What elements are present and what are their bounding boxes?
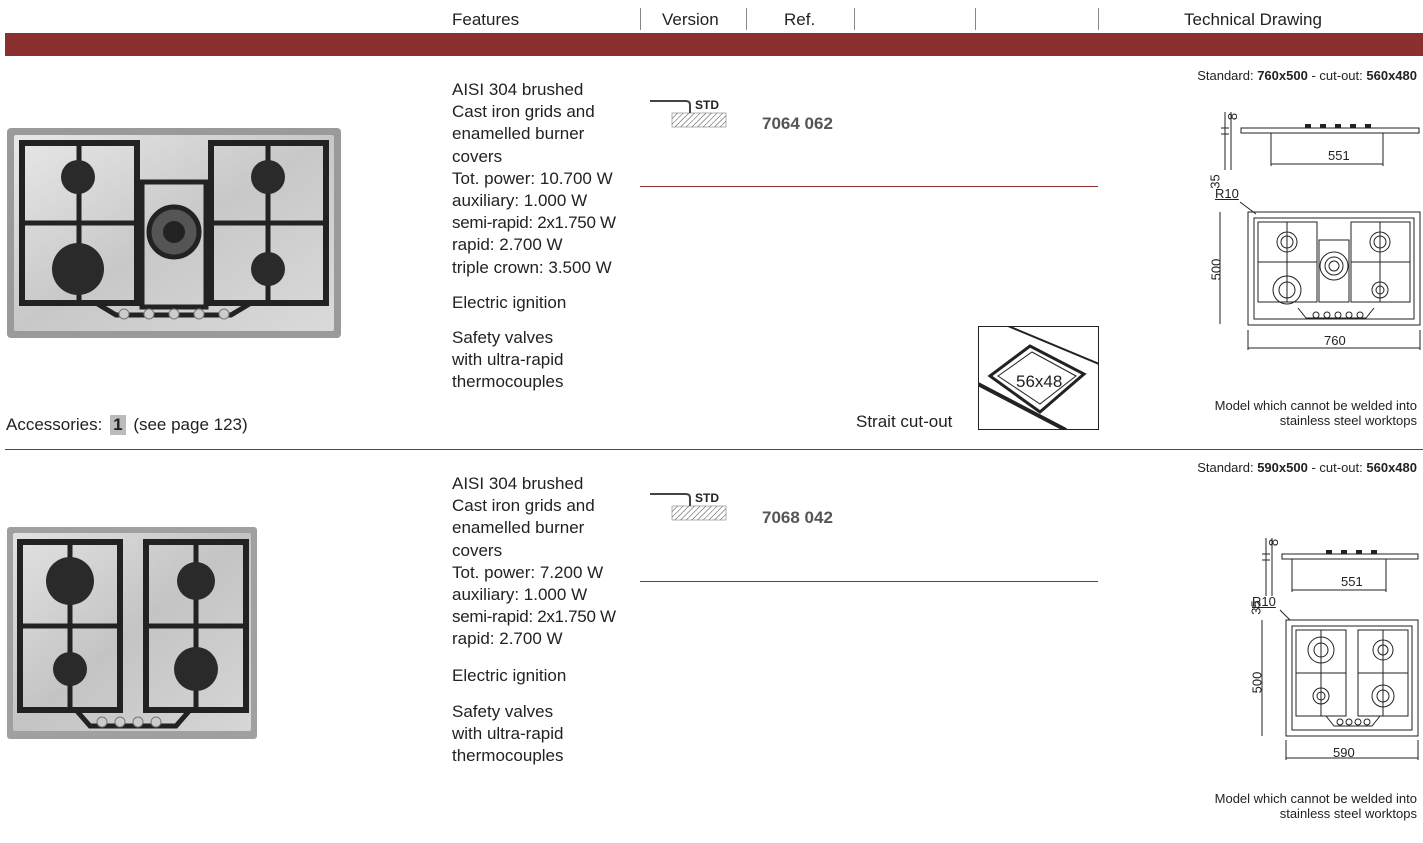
cutout-title: Strait cut-out [856, 412, 953, 431]
header-separator [746, 8, 747, 30]
accessories-label: Accessories: [6, 415, 103, 434]
dim-depth: 500 [1208, 258, 1224, 281]
dim-height-small: 8 [1225, 112, 1241, 121]
features-list: AISI 304 brushed Cast iron grids and ena… [452, 473, 616, 767]
feature-line: Cast iron grids and [452, 496, 595, 516]
ref-divider [640, 186, 1098, 187]
features-list: AISI 304 brushed Cast iron grids and ena… [452, 79, 616, 394]
safety-line: with ultra-rapid [452, 724, 564, 744]
feature-line: auxiliary: 1.000 W [452, 191, 588, 211]
safety-line: with ultra-rapid [452, 350, 564, 370]
accessories-badge[interactable]: 1 [110, 415, 126, 435]
header-band [5, 33, 1423, 56]
standard-sizes: Standard: 590x500 - cut-out: 560x480 [1197, 460, 1417, 475]
header-ref: Ref. [784, 10, 816, 29]
note-line: stainless steel worktops [1279, 806, 1417, 821]
std-badge-text: STD [695, 491, 719, 505]
radius-label: R10 [1215, 186, 1239, 201]
feature-line: rapid: 2.700 W [452, 629, 563, 649]
dim-width: 760 [1324, 333, 1346, 348]
header-separator [640, 8, 641, 30]
feature-line: AISI 304 brushed [452, 474, 584, 493]
feature-line: rapid: 2.700 W [452, 235, 563, 255]
accessories-page-link[interactable]: (see page 123) [133, 415, 247, 434]
safety-line: Safety valves [452, 701, 554, 721]
hob-photo-5-burner [7, 128, 341, 338]
ignition-text: Electric ignition [452, 665, 567, 685]
dim-inner: 551 [1341, 574, 1363, 589]
dim-height-small: 8 [1266, 538, 1282, 547]
top-view-drawing-5-burner [1219, 201, 1421, 350]
feature-line: Tot. power: 10.700 W [452, 168, 613, 188]
ref-divider [640, 581, 1098, 582]
cutout-size: 56x48 [1016, 372, 1063, 391]
welding-note: Model which cannot be welded into stainl… [1215, 791, 1417, 821]
standard-label: Standard: [1197, 68, 1254, 83]
note-line: Model which cannot be welded into [1214, 398, 1417, 413]
feature-line: semi-rapid: 2x1.750 W [452, 607, 616, 627]
feature-line: triple crown: 3.500 W [452, 257, 612, 277]
note-line: Model which cannot be welded into [1214, 791, 1417, 806]
header-separator [975, 8, 976, 30]
feature-line: auxiliary: 1.000 W [452, 585, 588, 605]
header-separator [854, 8, 855, 30]
standard-label: Standard: [1197, 460, 1254, 475]
hob-photo-4-burner [7, 527, 257, 739]
feature-line: Tot. power: 7.200 W [452, 562, 604, 582]
feature-line: enamelled burner [452, 518, 585, 538]
feature-line: Cast iron grids and [452, 102, 595, 122]
radius-label: R10 [1252, 594, 1276, 609]
feature-line: covers [452, 540, 503, 560]
feature-line: AISI 304 brushed [452, 80, 584, 99]
standard-size: 760x500 [1257, 68, 1308, 83]
welding-note: Model which cannot be welded into stainl… [1215, 398, 1417, 428]
accessories-line: Accessories: 1 (see page 123) [6, 415, 248, 435]
cutout-label: - cut-out: [1311, 460, 1363, 475]
safety-line: thermocouples [452, 372, 564, 392]
note-line: stainless steel worktops [1279, 413, 1417, 428]
header-features: Features [452, 10, 520, 29]
header-technical-drawing: Technical Drawing [1184, 10, 1322, 29]
feature-line: enamelled burner [452, 124, 585, 144]
cutout-dimension: 560x480 [1366, 68, 1417, 83]
dim-width: 590 [1333, 745, 1355, 760]
product-ref: 7064 062 [762, 114, 833, 133]
top-view-drawing-4-burner [1261, 609, 1419, 760]
dim-depth: 500 [1249, 671, 1265, 694]
feature-line: semi-rapid: 2x1.750 W [452, 213, 616, 233]
feature-line: covers [452, 146, 503, 166]
cutout-label: - cut-out: [1311, 68, 1363, 83]
cutout-dimension: 560x480 [1366, 460, 1417, 475]
header-separator [1098, 8, 1099, 30]
dim-inner: 551 [1328, 148, 1350, 163]
standard-sizes: Standard: 760x500 - cut-out: 560x480 [1197, 68, 1417, 83]
std-badge-text: STD [695, 98, 719, 112]
product-divider [5, 449, 1423, 450]
product-ref: 7068 042 [762, 508, 833, 527]
safety-line: Safety valves [452, 328, 554, 348]
ignition-text: Electric ignition [452, 292, 567, 312]
header-version: Version [662, 10, 719, 29]
safety-line: thermocouples [452, 746, 564, 766]
standard-size: 590x500 [1257, 460, 1308, 475]
